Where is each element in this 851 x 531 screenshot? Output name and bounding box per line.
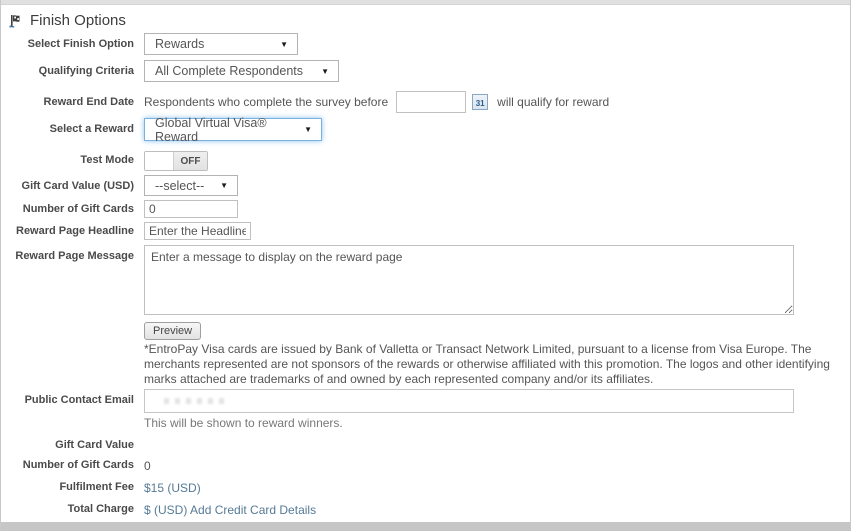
- reward-select[interactable]: Global Virtual Visa® Reward ▼: [144, 118, 322, 141]
- reward-page-message-textarea[interactable]: [144, 245, 794, 315]
- gift-card-value-select-row: Gift Card Value (USD) --select-- ▼: [1, 175, 850, 196]
- select-finish-option-label: Select Finish Option: [1, 33, 144, 50]
- total-charge-amount: $ (USD): [144, 503, 187, 517]
- finish-option-selected-value: Rewards: [155, 37, 204, 51]
- reward-end-date-label: Reward End Date: [1, 91, 144, 108]
- summary-total-charge-value: $ (USD) Add Credit Card Details: [144, 502, 316, 517]
- summary-total-charge-label: Total Charge: [1, 502, 144, 515]
- reward-page-headline-row: Reward Page Headline: [1, 222, 850, 240]
- test-mode-label: Test Mode: [1, 149, 144, 166]
- qualifying-criteria-selected-value: All Complete Respondents: [155, 64, 303, 78]
- qualifying-criteria-select[interactable]: All Complete Respondents ▼: [144, 60, 339, 82]
- disclaimer-text: *EntroPay Visa cards are issued by Bank …: [144, 342, 846, 387]
- test-mode-toggle[interactable]: OFF: [144, 151, 208, 171]
- public-contact-email-helper: This will be shown to reward winners.: [144, 416, 794, 430]
- gift-card-value-select-label: Gift Card Value (USD): [1, 175, 144, 192]
- reward-selected-value: Global Virtual Visa® Reward: [155, 116, 296, 144]
- reward-page-headline-label: Reward Page Headline: [1, 222, 144, 237]
- toggle-state-label: OFF: [174, 152, 207, 170]
- reward-page-headline-input[interactable]: [144, 222, 251, 240]
- caret-down-icon: ▼: [280, 40, 288, 49]
- summary-fulfilment-fee-label: Fulfilment Fee: [1, 480, 144, 493]
- public-contact-email-label: Public Contact Email: [1, 389, 144, 406]
- gift-card-value-selected: --select--: [155, 179, 204, 193]
- summary-fulfilment-fee-value: $15 (USD): [144, 480, 201, 495]
- finish-flag-icon: [9, 14, 23, 28]
- summary-number-of-gift-cards-row: Number of Gift Cards 0: [1, 458, 850, 473]
- summary-gift-card-value-row: Gift Card Value: [1, 438, 850, 451]
- public-contact-email-row: Public Contact Email This will be shown …: [1, 389, 850, 430]
- select-finish-option-row: Select Finish Option Rewards ▼: [1, 33, 850, 55]
- number-of-gift-cards-input[interactable]: [144, 200, 238, 218]
- summary-number-of-gift-cards-label: Number of Gift Cards: [1, 458, 144, 471]
- select-a-reward-label: Select a Reward: [1, 118, 144, 135]
- preview-row: Preview: [144, 321, 850, 340]
- qualifying-criteria-label: Qualifying Criteria: [1, 60, 144, 77]
- caret-down-icon: ▼: [321, 67, 329, 76]
- finish-option-select[interactable]: Rewards ▼: [144, 33, 298, 55]
- reward-end-date-row: Reward End Date Respondents who complete…: [1, 91, 850, 113]
- summary-fulfilment-fee-row: Fulfilment Fee $15 (USD): [1, 480, 850, 495]
- finish-options-panel: Finish Options Select Finish Option Rewa…: [0, 0, 851, 531]
- reward-end-date-suffix-text: will qualify for reward: [497, 95, 609, 109]
- page-title: Finish Options: [30, 12, 126, 29]
- caret-down-icon: ▼: [304, 125, 312, 134]
- summary-number-of-gift-cards-value: 0: [144, 458, 151, 473]
- toggle-knob: [145, 152, 174, 170]
- public-contact-email-group: This will be shown to reward winners.: [144, 389, 794, 430]
- qualifying-criteria-row: Qualifying Criteria All Complete Respond…: [1, 60, 850, 82]
- reward-page-message-row: Reward Page Message: [1, 245, 850, 315]
- preview-button[interactable]: Preview: [144, 322, 201, 340]
- calendar-icon[interactable]: 31: [472, 94, 488, 110]
- summary-gift-card-value-label: Gift Card Value: [1, 438, 144, 451]
- test-mode-row: Test Mode OFF: [1, 149, 850, 171]
- panel-bottom-strip: [1, 522, 850, 531]
- number-of-gift-cards-row: Number of Gift Cards: [1, 200, 850, 218]
- number-of-gift-cards-label: Number of Gift Cards: [1, 200, 144, 215]
- reward-end-date-controls: Respondents who complete the survey befo…: [144, 91, 609, 113]
- caret-down-icon: ▼: [220, 181, 228, 190]
- panel-header: Finish Options: [1, 5, 850, 33]
- reward-end-date-prefix-text: Respondents who complete the survey befo…: [144, 95, 388, 109]
- reward-page-message-label: Reward Page Message: [1, 245, 144, 262]
- summary-total-charge-row: Total Charge $ (USD) Add Credit Card Det…: [1, 502, 850, 517]
- gift-card-value-select[interactable]: --select-- ▼: [144, 175, 238, 196]
- add-credit-card-details-link[interactable]: Add Credit Card Details: [190, 503, 316, 517]
- reward-end-date-input[interactable]: [396, 91, 466, 113]
- select-a-reward-row: Select a Reward Global Virtual Visa® Rew…: [1, 118, 850, 141]
- public-contact-email-input[interactable]: [144, 389, 794, 413]
